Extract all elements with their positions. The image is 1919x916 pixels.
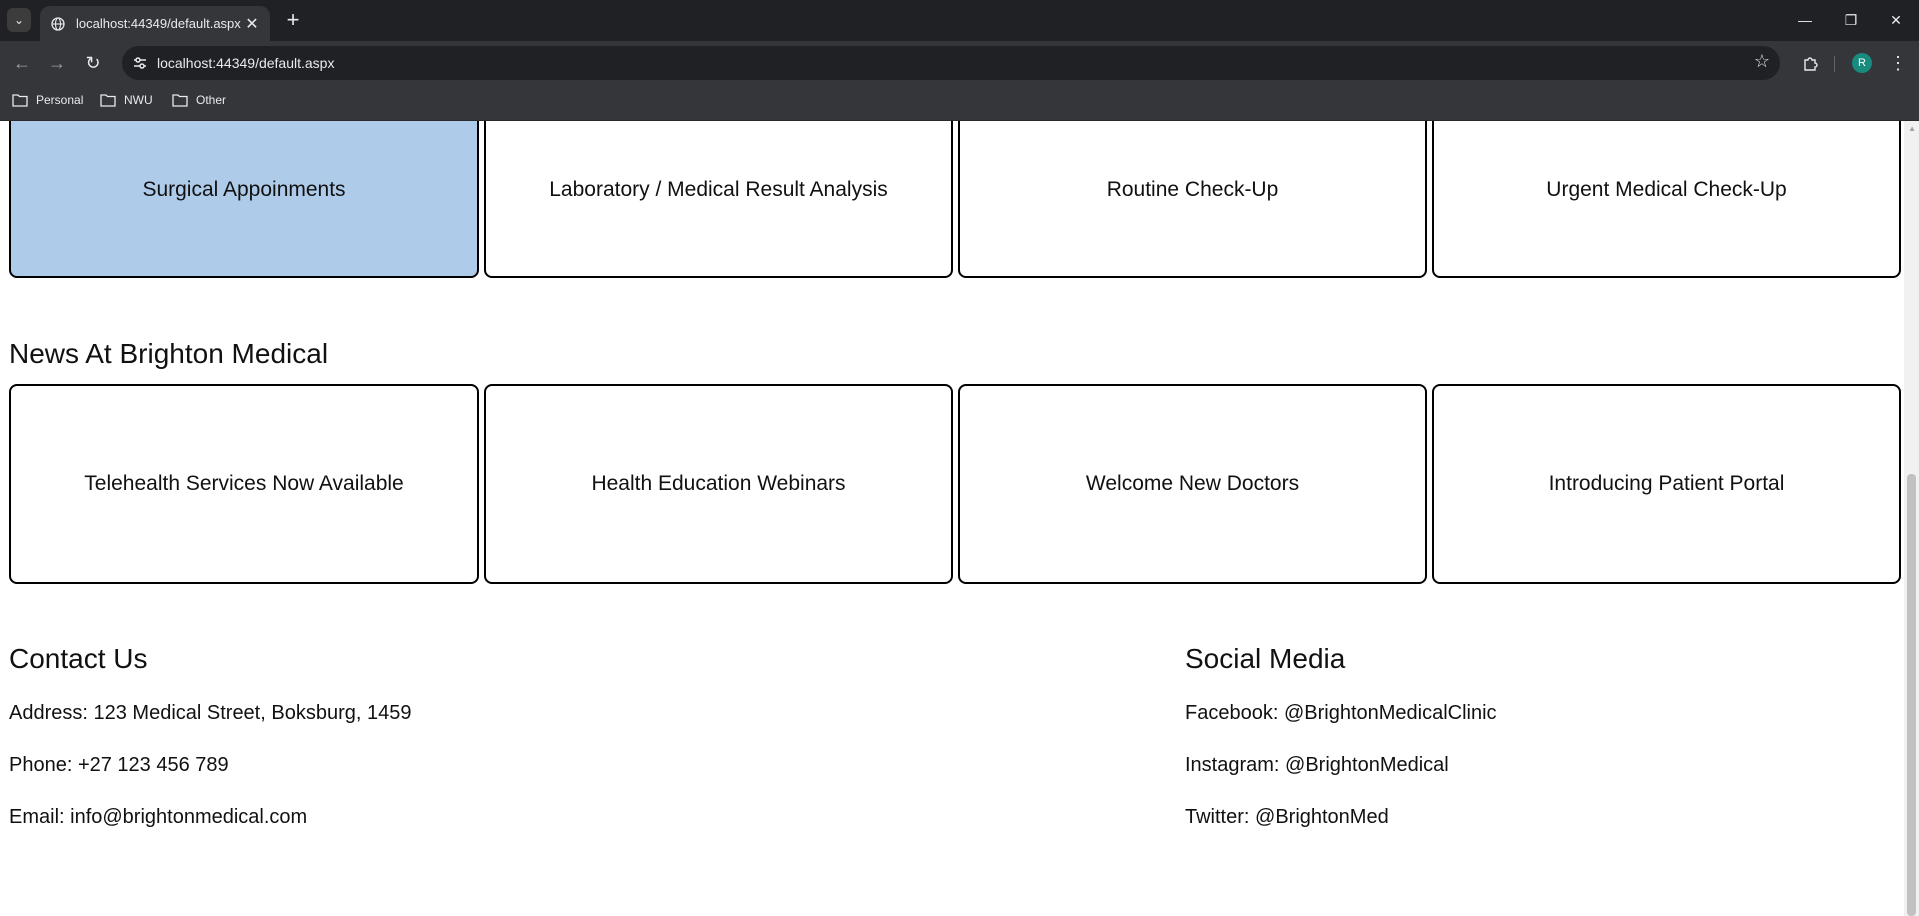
browser-toolbar: ← → ↻ localhost:44349/default.aspx ☆ R ⋮ xyxy=(0,41,1919,85)
contact-email: Email: info@brightonmedical.com xyxy=(9,806,308,828)
social-instagram: Instagram: @BrightonMedical xyxy=(1185,754,1449,776)
service-card-urgent[interactable]: Urgent Medical Check-Up xyxy=(1432,121,1901,278)
bookmark-folder-personal[interactable]: Personal xyxy=(12,93,83,107)
reload-button[interactable]: ↻ xyxy=(80,50,106,76)
bookmark-label: NWU xyxy=(124,93,153,107)
service-card-routine[interactable]: Routine Check-Up xyxy=(958,121,1427,278)
bookmark-folder-nwu[interactable]: NWU xyxy=(100,93,153,107)
url-text: localhost:44349/default.aspx xyxy=(157,55,335,71)
news-heading: News At Brighton Medical xyxy=(9,338,329,369)
back-button[interactable]: ← xyxy=(9,50,35,76)
tab-title: localhost:44349/default.aspx xyxy=(76,16,241,31)
close-window-button[interactable]: ✕ xyxy=(1873,6,1919,34)
social-heading: Social Media xyxy=(1185,643,1346,674)
news-card-label: Introducing Patient Portal xyxy=(1548,472,1785,495)
scrollbar-thumb[interactable] xyxy=(1907,474,1916,916)
news-card-new-doctors[interactable]: Welcome New Doctors xyxy=(958,384,1427,584)
browser-menu-icon[interactable]: ⋮ xyxy=(1888,50,1908,76)
news-card-label: Welcome New Doctors xyxy=(1085,472,1300,495)
news-card-patient-portal[interactable]: Introducing Patient Portal xyxy=(1432,384,1901,584)
page-viewport: Surgical Appoinments Laboratory / Medica… xyxy=(0,121,1919,916)
bookmark-star-icon[interactable]: ☆ xyxy=(1754,51,1770,72)
minimize-button[interactable]: — xyxy=(1782,6,1828,34)
address-bar[interactable]: localhost:44349/default.aspx ☆ xyxy=(122,46,1780,80)
service-card-label: Laboratory / Medical Result Analysis xyxy=(549,177,888,201)
tab-search-button[interactable]: ⌄ xyxy=(7,8,31,32)
bookmark-folder-other[interactable]: Other xyxy=(172,93,226,107)
scroll-up-arrow-icon[interactable]: ▲ xyxy=(1908,124,1916,133)
extensions-icon[interactable] xyxy=(1798,50,1824,76)
new-tab-button[interactable]: + xyxy=(281,7,305,32)
folder-icon xyxy=(12,94,28,107)
page-scrollbar[interactable]: ▲ xyxy=(1904,121,1919,916)
forward-button[interactable]: → xyxy=(44,50,70,76)
restore-button[interactable]: ❐ xyxy=(1828,6,1874,34)
bookmark-label: Other xyxy=(196,93,227,107)
news-card-label: Health Education Webinars xyxy=(591,472,846,495)
profile-avatar[interactable]: R xyxy=(1852,53,1872,73)
site-info-icon[interactable] xyxy=(132,55,148,71)
tab-strip: ⌄ localhost:44349/default.aspx ✕ + — ❐ ✕ xyxy=(0,0,1919,41)
bookmark-label: Personal xyxy=(36,93,84,107)
service-card-label: Routine Check-Up xyxy=(1106,177,1279,201)
service-card-label: Surgical Appoinments xyxy=(142,177,346,201)
news-card-label: Telehealth Services Now Available xyxy=(84,472,404,495)
close-tab-icon[interactable]: ✕ xyxy=(242,14,262,34)
social-twitter: Twitter: @BrightonMed xyxy=(1185,806,1389,828)
social-facebook: Facebook: @BrightonMedicalClinic xyxy=(1185,702,1497,724)
active-tab[interactable]: localhost:44349/default.aspx ✕ xyxy=(40,6,270,41)
service-card-laboratory[interactable]: Laboratory / Medical Result Analysis xyxy=(484,121,953,278)
service-card-surgical[interactable]: Surgical Appoinments xyxy=(9,121,479,278)
news-card-webinars[interactable]: Health Education Webinars xyxy=(484,384,953,584)
contact-address: Address: 123 Medical Street, Boksburg, 1… xyxy=(9,702,412,724)
folder-icon xyxy=(100,94,116,107)
service-card-label: Urgent Medical Check-Up xyxy=(1546,177,1787,201)
contact-phone: Phone: +27 123 456 789 xyxy=(9,754,229,776)
contact-heading: Contact Us xyxy=(9,643,148,674)
toolbar-divider xyxy=(1834,56,1835,72)
globe-icon xyxy=(50,16,66,32)
folder-icon xyxy=(172,94,188,107)
bookmarks-bar: Personal NWU Other xyxy=(0,85,1919,121)
news-card-telehealth[interactable]: Telehealth Services Now Available xyxy=(9,384,479,584)
